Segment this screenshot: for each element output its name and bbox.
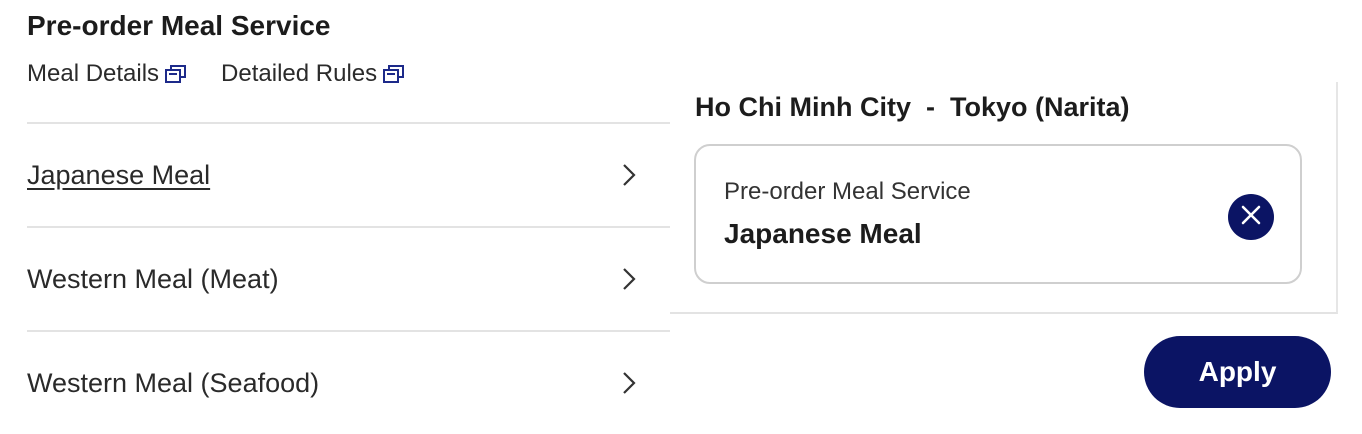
meal-details-label: Meal Details [27, 60, 160, 87]
selected-meal-card: Pre-order Meal Service Japanese Meal [694, 144, 1302, 284]
apply-button[interactable]: Apply [1144, 336, 1331, 408]
meal-option-label: Western Meal (Meat) [27, 263, 279, 294]
flight-route: Ho Chi Minh City - Tokyo (Narita) [695, 92, 1130, 122]
meal-selection-page: Pre-order Meal Service Meal Details Deta… [0, 0, 1362, 434]
detailed-rules-label: Detailed Rules [221, 60, 378, 87]
meal-option-label: Western Meal (Seafood) [27, 367, 320, 398]
meal-option-japanese[interactable]: Japanese Meal [27, 122, 670, 226]
meal-option-western-meat[interactable]: Western Meal (Meat) [27, 226, 670, 330]
chevron-right-icon [614, 371, 644, 395]
chevron-right-icon [614, 267, 644, 291]
selected-meal-value: Japanese Meal [724, 218, 922, 249]
selected-meal-caption: Pre-order Meal Service [724, 178, 971, 205]
section-title: Pre-order Meal Service [27, 10, 331, 41]
meal-list: Japanese Meal Western Meal (Meat) Wester… [27, 122, 670, 434]
meal-option-label: Japanese Meal [27, 159, 211, 190]
remove-selection-button[interactable] [1228, 194, 1274, 240]
close-icon [1240, 204, 1262, 231]
selection-panel: Ho Chi Minh City - Tokyo (Narita) Pre-or… [670, 82, 1338, 314]
external-window-icon [383, 64, 405, 84]
meal-option-western-seafood[interactable]: Western Meal (Seafood) [27, 330, 670, 434]
meal-details-link[interactable]: Meal Details [27, 60, 187, 88]
detailed-rules-link[interactable]: Detailed Rules [221, 60, 405, 88]
info-links: Meal Details Detailed Rules [27, 60, 405, 88]
chevron-right-icon [614, 163, 644, 187]
external-window-icon [165, 64, 187, 84]
